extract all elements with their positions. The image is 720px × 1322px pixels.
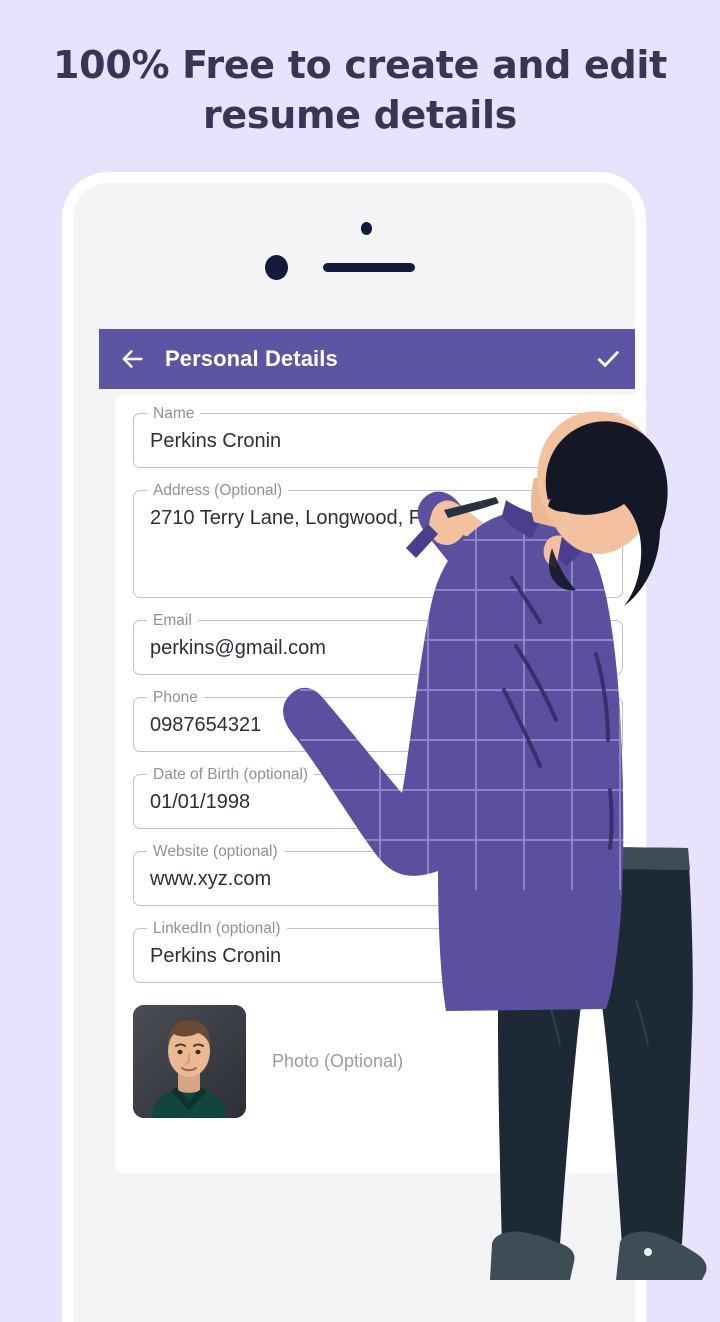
field-label: Date of Birth (optional) (147, 765, 315, 784)
personal-details-card: Name Perkins Cronin Address (Optional) 2… (115, 395, 635, 1173)
headline-line-2: resume details (202, 93, 518, 137)
front-camera-dot-icon (265, 255, 288, 280)
field-label: LinkedIn (optional) (147, 919, 287, 938)
app-bar-title: Personal Details (165, 346, 338, 371)
proximity-sensor-dot-icon (361, 222, 372, 235)
check-icon (597, 351, 619, 367)
photo-thumbnail[interactable] (133, 1005, 246, 1118)
field-value: 01/01/1998 (150, 791, 251, 813)
field-date-of-birth[interactable]: Date of Birth (optional) 01/01/1998 (133, 765, 623, 829)
phone-screen: Personal Details Name Perkins Cronin Add… (73, 183, 635, 1322)
back-button[interactable] (117, 344, 147, 374)
headline-line-1: 100% Free to create and edit (53, 43, 667, 87)
app-bar: Personal Details (99, 329, 635, 389)
field-value: perkins@gmail.com (150, 637, 326, 659)
field-website[interactable]: Website (optional) www.xyz.com (133, 842, 623, 906)
field-value: 0987654321 (150, 714, 262, 736)
field-value: www.xyz.com (150, 868, 272, 890)
field-name[interactable]: Name Perkins Cronin (133, 404, 623, 468)
page-headline: 100% Free to create and edit resume deta… (0, 40, 720, 140)
portrait-photo-icon (133, 1005, 246, 1118)
field-linkedin[interactable]: LinkedIn (optional) Perkins Cronin (133, 919, 623, 983)
field-value: Perkins Cronin (150, 430, 282, 452)
field-address[interactable]: Address (Optional) 2710 Terry Lane, Long… (133, 481, 623, 598)
field-label: Website (optional) (147, 842, 284, 861)
field-label: Phone (147, 688, 204, 707)
earpiece-speaker-icon (323, 263, 415, 272)
field-label: Address (Optional) (147, 481, 289, 500)
field-label: Name (147, 404, 201, 423)
save-button[interactable] (593, 344, 623, 374)
field-value: 2710 Terry Lane, Longwood, Flori (150, 507, 448, 529)
field-phone[interactable]: Phone 0987654321 (133, 688, 623, 752)
field-label: Email (147, 611, 198, 630)
field-value: Perkins Cronin (150, 945, 282, 967)
arrow-left-icon (122, 350, 143, 368)
field-email[interactable]: Email perkins@gmail.com (133, 611, 623, 675)
phone-mockup: Personal Details Name Perkins Cronin Add… (62, 172, 646, 1322)
photo-label: Photo (Optional) (272, 1051, 404, 1071)
photo-row[interactable]: Photo (Optional) (133, 1005, 623, 1118)
